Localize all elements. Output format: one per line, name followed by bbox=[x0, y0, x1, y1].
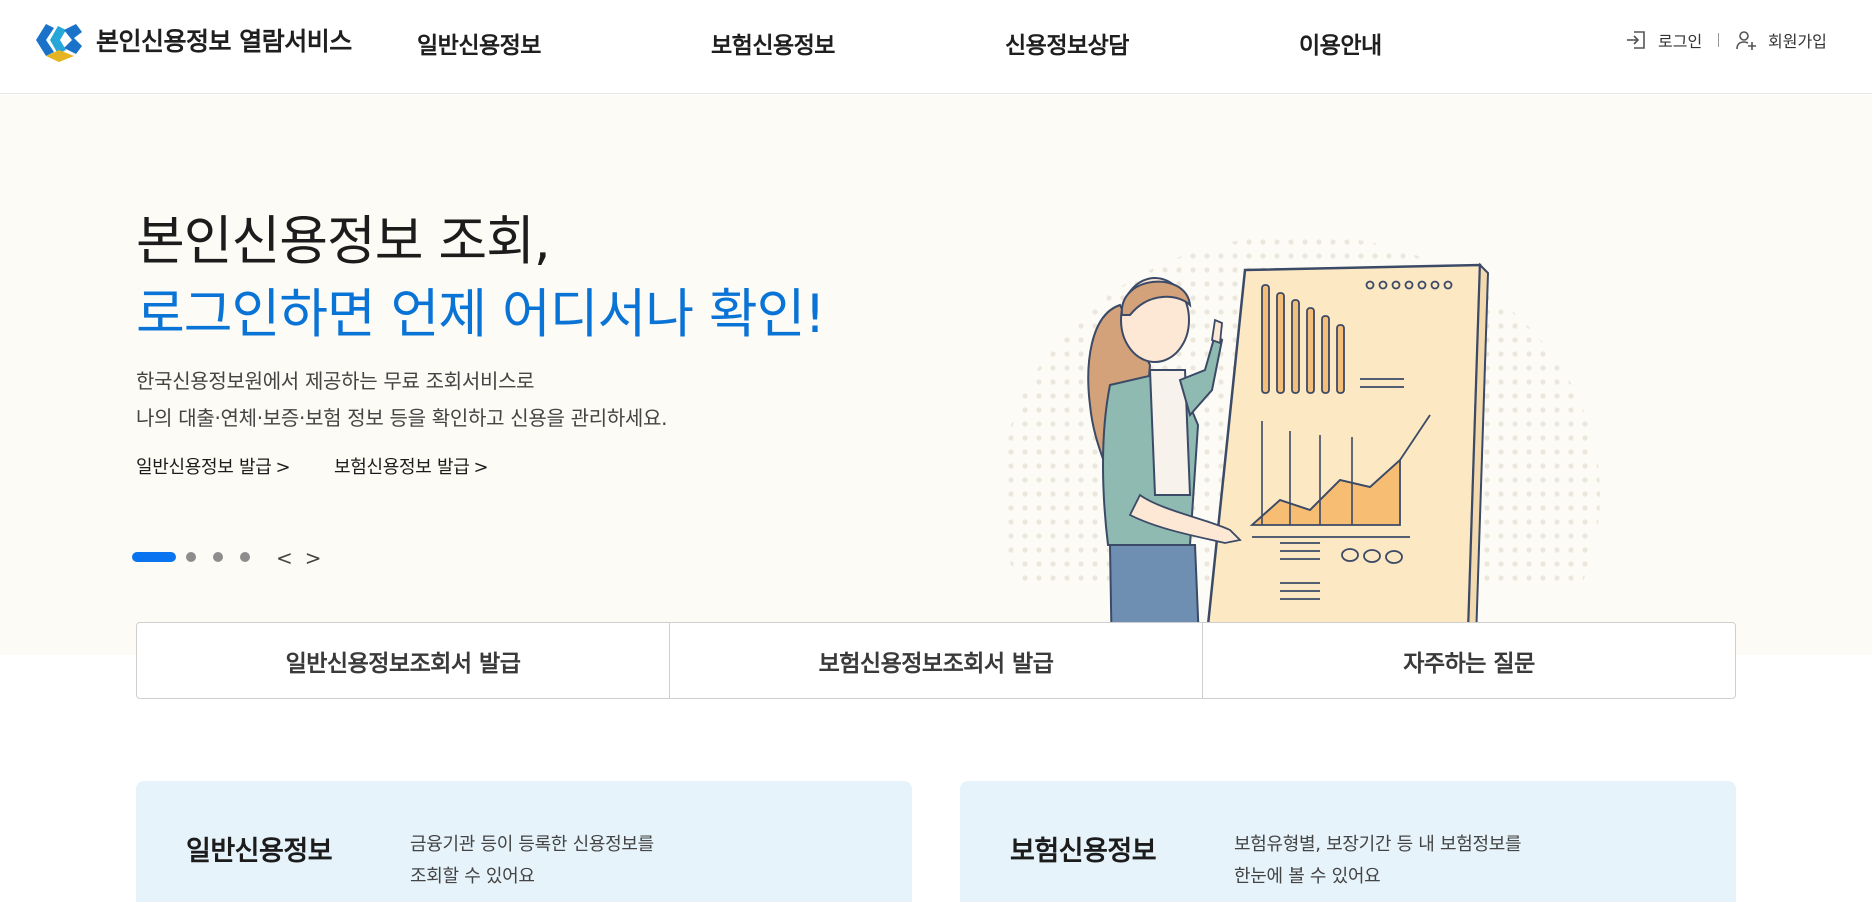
general-credit-card[interactable]: 일반신용정보 금융기관 등이 등록한 신용정보를 조회할 수 있어요 bbox=[136, 781, 912, 902]
slide-dot[interactable] bbox=[240, 552, 250, 562]
slide-pagination bbox=[132, 552, 267, 562]
logo[interactable]: 본인신용정보 열람서비스 bbox=[32, 18, 352, 62]
signup-link[interactable]: 회원가입 bbox=[1734, 28, 1827, 52]
next-slide-button[interactable]: > bbox=[305, 546, 322, 570]
signup-label: 회원가입 bbox=[1768, 32, 1827, 51]
gnb-insurance-credit[interactable]: 보험신용정보 bbox=[711, 26, 835, 60]
quick-insurance-report[interactable]: 보험신용정보조회서 발급 bbox=[669, 623, 1202, 698]
header: 본인신용정보 열람서비스 일반신용정보 보험신용정보 신용정보상담 이용안내 로… bbox=[0, 0, 1872, 94]
hero-description: 한국신용정보원에서 제공하는 무료 조회서비스로 나의 대출·연체·보증·보험 … bbox=[136, 363, 667, 437]
card-desc-line1: 금융기관 등이 등록한 신용정보를 bbox=[410, 834, 654, 855]
hero-desc-line2: 나의 대출·연체·보증·보험 정보 등을 확인하고 신용을 관리하세요. bbox=[136, 406, 668, 430]
slide-dot[interactable] bbox=[186, 552, 196, 562]
chevron-right-icon: > bbox=[473, 457, 489, 478]
card-desc-line1: 보험유형별, 보장기간 등 내 보험정보를 bbox=[1234, 834, 1522, 855]
gnb-credit-consult[interactable]: 신용정보상담 bbox=[1005, 26, 1129, 60]
chevron-right-icon: > bbox=[275, 457, 291, 478]
gnb-general-credit[interactable]: 일반신용정보 bbox=[417, 26, 541, 60]
card-desc-line2: 한눈에 볼 수 있어요 bbox=[1234, 866, 1381, 887]
slide-arrows: < > bbox=[276, 546, 322, 570]
hero-title: 본인신용정보 조회, bbox=[136, 211, 551, 272]
prev-slide-button[interactable]: < bbox=[276, 546, 293, 570]
slide-dot[interactable] bbox=[213, 552, 223, 562]
hero-link-insurance-label: 보험신용정보 발급 bbox=[334, 457, 470, 478]
hero-banner: 본인신용정보 조회, 로그인하면 언제 어디서나 확인! 한국신용정보원에서 제… bbox=[0, 95, 1872, 685]
quick-menu: 일반신용정보조회서 발급 보험신용정보조회서 발급 자주하는 질문 bbox=[136, 622, 1736, 699]
card-description: 금융기관 등이 등록한 신용정보를 조회할 수 있어요 bbox=[410, 829, 654, 893]
cis-logo-icon bbox=[36, 24, 82, 62]
card-desc-line2: 조회할 수 있어요 bbox=[410, 866, 535, 887]
util-divider bbox=[1718, 33, 1719, 47]
login-label: 로그인 bbox=[1658, 32, 1703, 51]
gnb-guide[interactable]: 이용안내 bbox=[1299, 26, 1382, 60]
card-title: 보험신용정보 bbox=[1010, 836, 1157, 867]
card-description: 보험유형별, 보장기간 등 내 보험정보를 한눈에 볼 수 있어요 bbox=[1234, 829, 1522, 893]
hero-link-general-label: 일반신용정보 발급 bbox=[136, 457, 272, 478]
hero-link-general[interactable]: 일반신용정보 발급 > bbox=[136, 453, 291, 479]
insurance-credit-card[interactable]: 보험신용정보 보험유형별, 보장기간 등 내 보험정보를 한눈에 볼 수 있어요 bbox=[960, 781, 1736, 902]
quick-faq[interactable]: 자주하는 질문 bbox=[1202, 623, 1735, 698]
slide-dot-active[interactable] bbox=[132, 552, 176, 562]
user-add-icon bbox=[1736, 31, 1756, 50]
site-title: 본인신용정보 열람서비스 bbox=[96, 27, 352, 56]
presenter-illustration bbox=[990, 235, 1610, 685]
hero-link-insurance[interactable]: 보험신용정보 발급 > bbox=[334, 453, 489, 479]
hero-subtitle: 로그인하면 언제 어디서나 확인! bbox=[136, 284, 826, 345]
hero-desc-line1: 한국신용정보원에서 제공하는 무료 조회서비스로 bbox=[136, 369, 535, 393]
card-title: 일반신용정보 bbox=[186, 836, 333, 867]
login-link[interactable]: 로그인 bbox=[1624, 28, 1702, 52]
login-icon bbox=[1627, 31, 1645, 49]
quick-general-report[interactable]: 일반신용정보조회서 발급 bbox=[137, 623, 669, 698]
